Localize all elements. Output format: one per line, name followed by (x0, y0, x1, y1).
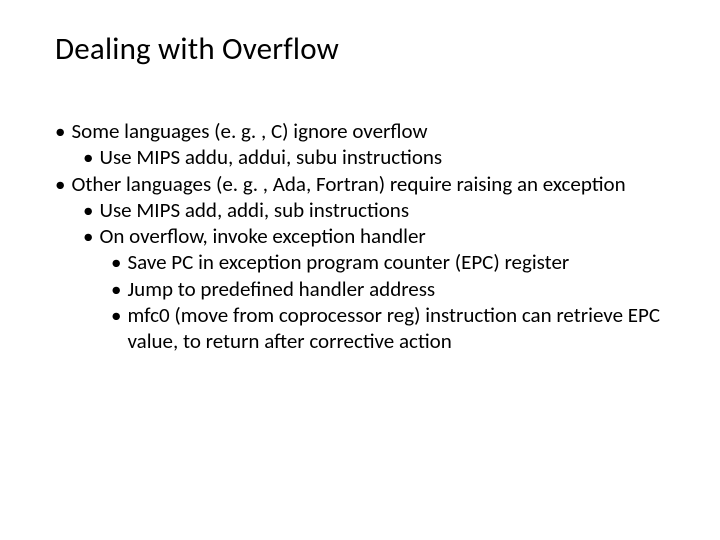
bullet-icon: • (83, 197, 93, 223)
bullet-item: • mfc0 (move from coprocessor reg) instr… (111, 302, 670, 355)
bullet-text: On overflow, invoke exception handler (99, 223, 670, 249)
bullet-text: Use MIPS addu, addui, subu instructions (99, 144, 670, 170)
bullet-item: • Jump to predefined handler address (111, 276, 670, 302)
bullet-icon: • (111, 249, 121, 275)
slide: Dealing with Overflow • Some languages (… (0, 0, 720, 540)
bullet-icon: • (83, 144, 93, 170)
bullet-text: Save PC in exception program counter (EP… (127, 249, 670, 275)
bullet-icon: • (55, 118, 65, 144)
bullet-text: Use MIPS add, addi, sub instructions (99, 197, 670, 223)
slide-body: • Some languages (e. g. , C) ignore over… (55, 118, 670, 354)
bullet-icon: • (111, 276, 121, 302)
slide-title: Dealing with Overflow (55, 30, 670, 68)
bullet-text: mfc0 (move from coprocessor reg) instruc… (127, 302, 670, 355)
bullet-item: • Save PC in exception program counter (… (111, 249, 670, 275)
bullet-text: Other languages (e. g. , Ada, Fortran) r… (71, 171, 670, 197)
bullet-text: Some languages (e. g. , C) ignore overfl… (71, 118, 670, 144)
bullet-icon: • (83, 223, 93, 249)
bullet-item: • On overflow, invoke exception handler (83, 223, 670, 249)
bullet-item: • Other languages (e. g. , Ada, Fortran)… (55, 171, 670, 197)
bullet-text: Jump to predefined handler address (127, 276, 670, 302)
bullet-icon: • (55, 171, 65, 197)
bullet-item: • Some languages (e. g. , C) ignore over… (55, 118, 670, 144)
bullet-item: • Use MIPS add, addi, sub instructions (83, 197, 670, 223)
bullet-icon: • (111, 302, 121, 328)
bullet-item: • Use MIPS addu, addui, subu instruction… (83, 144, 670, 170)
